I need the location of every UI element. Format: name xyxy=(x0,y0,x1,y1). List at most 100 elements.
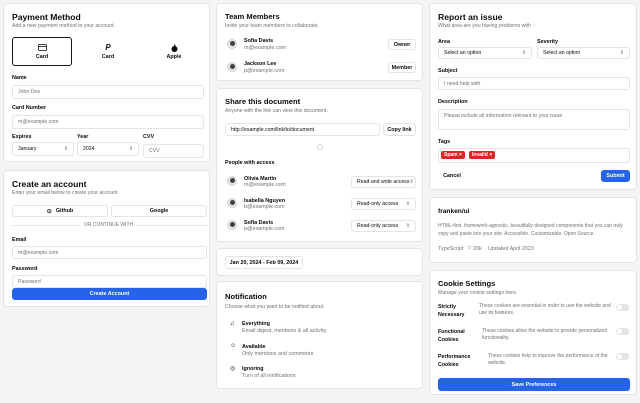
notification-card: Notification Choose what you want to be … xyxy=(216,281,423,389)
issue-title: Report an issue xyxy=(438,12,503,22)
method-card-label: Card xyxy=(35,53,49,60)
github-button[interactable]: ⊙ Github xyxy=(12,205,108,217)
chevron-updown-icon: ⇕ xyxy=(405,223,410,229)
paypal-icon: P xyxy=(105,43,111,52)
close-icon[interactable]: × xyxy=(489,152,492,158)
expires-label: Expires xyxy=(12,134,32,140)
method-paypal[interactable]: P Card xyxy=(78,37,138,66)
create-account-button[interactable]: Create Account xyxy=(12,288,207,300)
avatar xyxy=(227,39,237,49)
expires-select[interactable]: January ⇕ xyxy=(12,142,74,156)
cookie-label: Functional Cookies xyxy=(438,329,465,343)
tags-label: Tags xyxy=(438,139,451,145)
cookie-toggle[interactable] xyxy=(616,304,629,311)
cookie-subtitle: Manage your cookie settings here. xyxy=(438,290,518,296)
avatar xyxy=(227,220,237,230)
access-select[interactable]: Read-only access ⇕ xyxy=(351,220,416,232)
person-email: m@example.com xyxy=(244,182,287,188)
card-number-label: Card Number xyxy=(12,105,47,111)
severity-select[interactable]: Select an option ⇕ xyxy=(537,47,630,59)
card-number-input[interactable]: m@example.com xyxy=(12,115,204,129)
option-desc: Turn of all notifications xyxy=(242,373,296,379)
team-subtitle: Invite your team members to collaborate. xyxy=(225,23,319,29)
notification-subtitle: Choose what you want to be notified abou… xyxy=(225,304,325,310)
github-label: Github xyxy=(55,208,74,214)
chevron-updown-icon: ⇕ xyxy=(128,146,133,152)
password-field[interactable]: Password xyxy=(12,275,207,288)
repo-description: HTML-first, framework-agnostic, beautifu… xyxy=(438,223,623,237)
avatar xyxy=(227,198,237,208)
role-button-member[interactable]: Member xyxy=(388,62,416,73)
access-select[interactable]: Read and write access ⇕ xyxy=(351,176,416,188)
notification-option-everything[interactable]: ♫ Everything Email digest, mentions & al… xyxy=(225,320,415,338)
team-title: Team Members xyxy=(225,12,280,21)
report-issue-card: Report an issue What area are you having… xyxy=(429,3,637,190)
email-field[interactable]: m@example.com xyxy=(12,246,207,259)
cvv-input[interactable]: CVV xyxy=(143,144,204,158)
date-range-picker[interactable]: Jan 20, 2024 - Feb 09, 2024 xyxy=(225,256,303,269)
star-icon: ☆ xyxy=(467,245,472,251)
repo-stars: 20k xyxy=(473,246,482,252)
cookie-desc: These cookies allow the website to provi… xyxy=(482,328,607,341)
chevron-updown-icon: ⇕ xyxy=(63,146,68,152)
notification-option-available[interactable]: ☺ Available Only mentions and comments xyxy=(225,342,415,360)
member-email: m@example.com xyxy=(244,45,287,51)
tags-input[interactable] xyxy=(438,148,630,163)
copy-link-button[interactable]: Copy link xyxy=(383,123,416,136)
google-label: Google xyxy=(149,208,169,214)
team-members-card: Team Members Invite your team members to… xyxy=(216,3,423,81)
name-label: Name xyxy=(12,75,27,81)
area-select[interactable]: Select an option ⇕ xyxy=(438,47,532,59)
cancel-button[interactable]: Cancel xyxy=(438,170,466,182)
subject-label: Subject xyxy=(438,68,458,74)
share-link-input[interactable]: http://example.com/link/to/document xyxy=(225,123,380,136)
google-button[interactable]: Google xyxy=(111,205,207,217)
eye-off-icon: ◎ xyxy=(230,366,236,372)
credit-card-icon xyxy=(37,43,47,51)
loading-spinner-icon xyxy=(317,144,323,150)
cookie-label: Performance Cookies xyxy=(438,354,471,368)
option-desc: Email digest, mentions & all activity. xyxy=(242,328,328,334)
continue-divider-text: OR CONTINUE WITH xyxy=(80,222,138,228)
method-apple[interactable]: Apple xyxy=(144,37,204,66)
tag-spam[interactable]: Spam × xyxy=(441,151,465,159)
chevron-updown-icon: ⇕ xyxy=(405,201,410,207)
area-label: Area xyxy=(438,39,450,45)
cookie-toggle[interactable] xyxy=(616,328,629,335)
member-name: Sofia Davis xyxy=(244,38,274,44)
notification-option-ignoring[interactable]: ◎ Ignoring Turn of all notifications xyxy=(225,364,415,382)
github-icon: ⊙ xyxy=(46,208,52,215)
notification-title: Notification xyxy=(225,292,267,301)
avatar xyxy=(227,176,237,186)
save-preferences-button[interactable]: Save Preferences xyxy=(438,378,630,391)
name-input[interactable]: John Doe xyxy=(12,85,204,99)
subject-input[interactable]: I need help with xyxy=(438,77,630,90)
people-with-access-label: People with access xyxy=(225,160,275,166)
access-value: Read and write access xyxy=(357,179,410,185)
role-button-owner[interactable]: Owner xyxy=(388,39,416,50)
method-card[interactable]: Card xyxy=(12,37,72,66)
repo-card: franken/ui HTML-first, framework-agnosti… xyxy=(429,197,637,263)
email-label: Email xyxy=(12,237,27,243)
share-document-card: Share this document Anyone with the link… xyxy=(216,88,423,242)
description-textarea[interactable]: Please include all information relevant … xyxy=(438,109,630,130)
tag-label: Spam xyxy=(444,152,458,158)
repo-title: franken/ui xyxy=(438,208,470,215)
cookie-toggle[interactable] xyxy=(616,353,629,360)
member-email: p@example.com xyxy=(244,68,285,74)
year-select[interactable]: 2024 ⇕ xyxy=(77,142,139,156)
password-label: Password xyxy=(12,266,38,272)
chevron-updown-icon: ⇕ xyxy=(521,50,526,56)
tag-label: Invalid xyxy=(472,152,488,158)
year-label: Year xyxy=(77,134,89,140)
access-select[interactable]: Read-only access ⇕ xyxy=(351,198,416,210)
create-account-subtitle: Enter your email below to create your ac… xyxy=(12,190,118,196)
chevron-updown-icon: ⇕ xyxy=(619,50,624,56)
payment-card: Payment Method Add a new payment method … xyxy=(3,3,210,162)
date-range-card: Jan 20, 2024 - Feb 09, 2024 xyxy=(216,248,423,276)
close-icon[interactable]: × xyxy=(459,152,462,158)
cookie-settings-card: Cookie Settings Manage your cookie setti… xyxy=(429,270,637,395)
severity-label: Severity xyxy=(537,39,558,45)
submit-button[interactable]: Submit xyxy=(601,170,630,182)
tag-invalid[interactable]: Invalid × xyxy=(469,151,496,159)
